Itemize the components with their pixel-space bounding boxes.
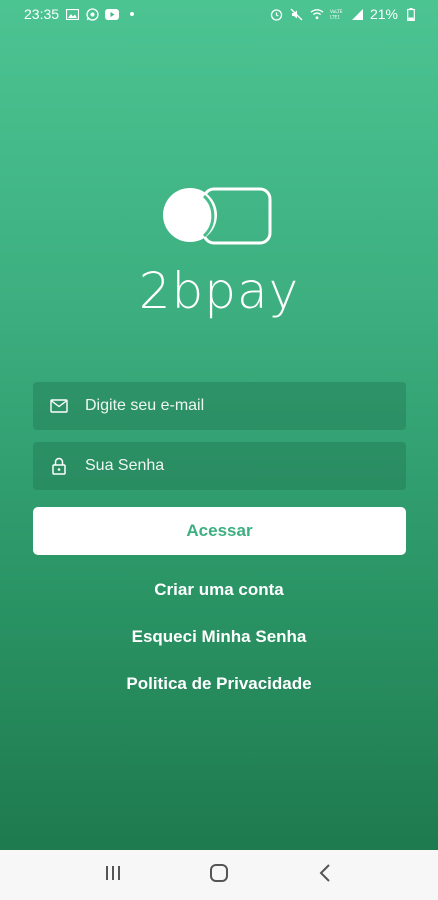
privacy-policy-link[interactable]: Politica de Privacidade <box>0 674 438 694</box>
email-field[interactable] <box>33 382 406 430</box>
mail-icon <box>49 396 69 416</box>
recent-apps-icon <box>104 865 122 886</box>
navigation-bar <box>0 850 438 900</box>
status-left: 23:35 <box>24 6 139 22</box>
svg-text:LTE1: LTE1 <box>330 14 340 20</box>
password-field[interactable] <box>33 442 406 490</box>
login-screen: 23:35 VoLTE LTE1 21% 2bpay Digite seu e-… <box>0 0 438 850</box>
image-icon <box>65 7 79 21</box>
back-icon <box>319 863 331 887</box>
lte-icon: VoLTE LTE1 <box>330 7 344 21</box>
svg-text:VoLTE: VoLTE <box>330 9 343 15</box>
home-icon <box>209 863 229 888</box>
whatsapp-icon <box>85 7 99 21</box>
recent-apps-button[interactable] <box>93 855 133 895</box>
wifi-icon <box>310 7 324 21</box>
forgot-password-link[interactable]: Esqueci Minha Senha <box>0 627 438 647</box>
back-button[interactable] <box>305 855 345 895</box>
alarm-icon <box>270 7 284 21</box>
status-right: VoLTE LTE1 21% <box>270 6 418 22</box>
battery-percent: 21% <box>369 6 398 22</box>
lock-icon <box>49 456 69 476</box>
password-input[interactable] <box>85 442 406 490</box>
youtube-icon <box>105 7 120 21</box>
status-time: 23:35 <box>24 6 60 22</box>
mute-icon <box>290 7 304 21</box>
email-input[interactable] <box>85 382 406 430</box>
status-bar: 23:35 VoLTE LTE1 21% <box>0 0 438 28</box>
2bpay-logo-icon <box>160 186 272 246</box>
create-account-link[interactable]: Criar uma conta <box>0 580 438 600</box>
access-button[interactable]: Acessar <box>33 507 406 555</box>
dot-icon <box>125 7 139 21</box>
signal-icon <box>350 7 364 21</box>
home-button[interactable] <box>199 855 239 895</box>
battery-icon <box>404 7 418 21</box>
brand-name: 2bpay <box>138 262 300 320</box>
